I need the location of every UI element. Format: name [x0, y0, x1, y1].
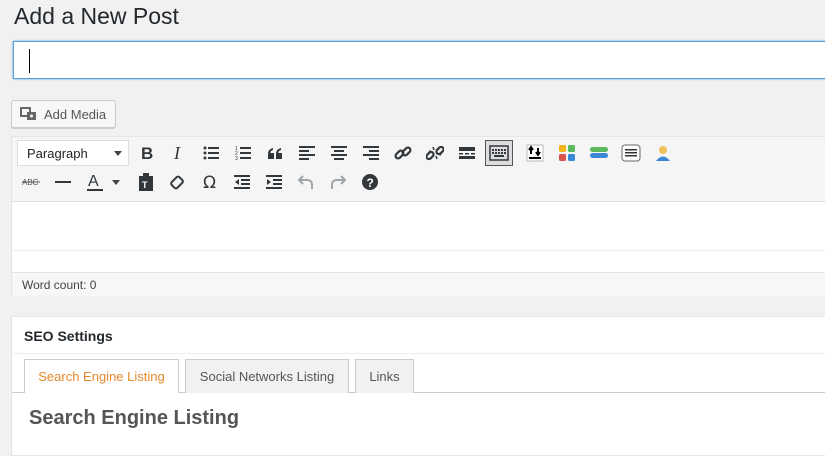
clear-formatting-icon[interactable]: [165, 170, 191, 194]
horizontal-line-icon[interactable]: [50, 170, 76, 194]
media-icon: [20, 106, 38, 122]
chevron-down-icon: [114, 151, 122, 156]
section-title: Search Engine Listing: [29, 407, 240, 429]
text-color-dropdown[interactable]: [108, 170, 124, 194]
read-more-icon[interactable]: [454, 141, 480, 165]
undo-icon[interactable]: [293, 170, 319, 194]
toolbar-toggle-icon[interactable]: [485, 140, 513, 166]
add-media-label: Add Media: [44, 106, 107, 122]
grid-plugin-icon[interactable]: [554, 141, 580, 165]
bold-icon[interactable]: B: [134, 141, 160, 165]
word-count: Word count: 0: [22, 278, 97, 292]
stack-plugin-icon[interactable]: [586, 141, 612, 165]
editor-status-bar: Word count: 0: [12, 272, 825, 296]
tab-links[interactable]: Links: [355, 359, 414, 393]
tab-search-engine-listing[interactable]: Search Engine Listing: [24, 359, 179, 393]
svg-text:I: I: [173, 145, 181, 161]
post-title-input[interactable]: [13, 41, 825, 79]
outdent-icon[interactable]: [229, 170, 255, 194]
blockquote-icon[interactable]: [262, 141, 288, 165]
format-select-value: Paragraph: [27, 145, 88, 161]
seo-settings-title: SEO Settings: [24, 328, 113, 344]
svg-text:A: A: [88, 173, 99, 190]
tab-social-networks-listing[interactable]: Social Networks Listing: [185, 359, 349, 393]
unlink-icon[interactable]: [422, 141, 448, 165]
align-left-icon[interactable]: [294, 141, 320, 165]
add-media-button[interactable]: Add Media: [11, 100, 116, 128]
svg-text:3: 3: [235, 156, 238, 160]
special-character-icon[interactable]: Ω: [197, 170, 223, 194]
svg-text:Ω: Ω: [203, 174, 216, 190]
paste-text-icon[interactable]: T: [133, 170, 159, 194]
svg-text:?: ?: [367, 176, 374, 190]
text-caret: [29, 49, 30, 73]
seo-settings-header[interactable]: SEO Settings: [12, 317, 825, 354]
align-center-icon[interactable]: [326, 141, 352, 165]
strikethrough-icon[interactable]: ABC: [18, 170, 44, 194]
link-icon[interactable]: [390, 141, 416, 165]
svg-text:B: B: [141, 145, 153, 161]
text-color-icon[interactable]: A: [82, 170, 108, 194]
italic-icon[interactable]: I: [166, 141, 192, 165]
redo-icon[interactable]: [325, 170, 351, 194]
indent-icon[interactable]: [261, 170, 287, 194]
help-icon[interactable]: ?: [357, 170, 383, 194]
align-right-icon[interactable]: [358, 141, 384, 165]
numbered-list-icon[interactable]: 123: [230, 141, 256, 165]
editor-divider: [12, 250, 825, 251]
format-select[interactable]: Paragraph: [17, 140, 129, 166]
editor-content-area[interactable]: [12, 202, 825, 273]
user-plugin-icon[interactable]: [650, 141, 676, 165]
upload-icon[interactable]: [522, 141, 548, 165]
bullet-list-icon[interactable]: [198, 141, 224, 165]
svg-text:T: T: [142, 180, 148, 190]
table-plugin-icon[interactable]: [618, 141, 644, 165]
page-title: Add a New Post: [14, 3, 179, 29]
